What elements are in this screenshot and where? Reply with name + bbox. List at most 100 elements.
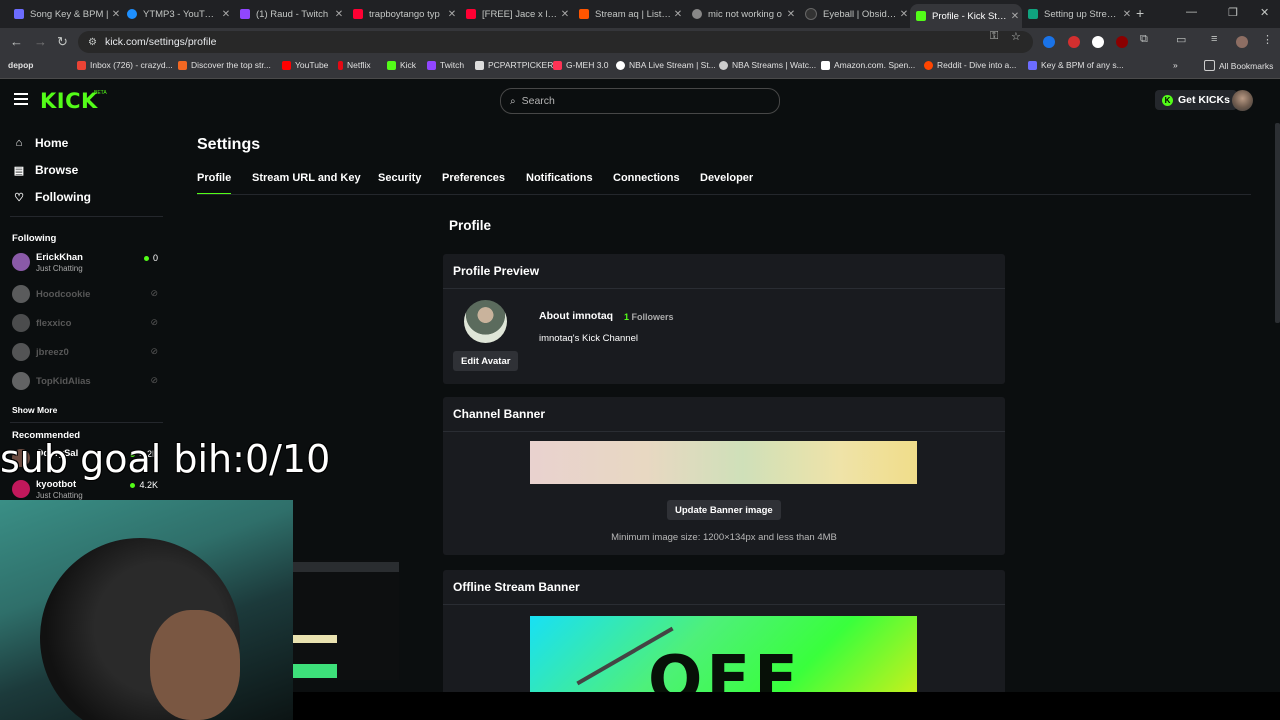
page-scrollbar[interactable] [1275, 123, 1280, 323]
tab-connections[interactable]: Connections [613, 172, 680, 184]
get-kicks-label: Get KICKs [1178, 94, 1230, 106]
restore-icon[interactable]: ❐ [1228, 6, 1238, 19]
channel-category: Just Chatting [36, 491, 83, 500]
tab-security[interactable]: Security [378, 172, 421, 184]
bookmark-key-bpm[interactable]: Key & BPM of any s... [1028, 60, 1124, 70]
get-kicks-button[interactable]: K Get KICKs [1155, 90, 1237, 110]
all-bookmarks[interactable]: All Bookmarks [1204, 60, 1273, 71]
following-channel[interactable]: jbreez0 ⊘ [12, 341, 160, 365]
bookmark-icon [1028, 60, 1037, 70]
bookmarks-overflow-icon[interactable]: » [1173, 60, 1178, 70]
tab-close-icon[interactable]: ✕ [897, 9, 911, 20]
extension-icon[interactable] [1116, 36, 1128, 48]
offline-icon: ⊘ [150, 317, 158, 327]
tab-close-icon[interactable]: ✕ [1008, 11, 1022, 22]
tab-stream-url-key[interactable]: Stream URL and Key [252, 172, 361, 184]
preview-bar [293, 635, 337, 643]
following-channel[interactable]: Hoodcookie ⊘ [12, 283, 160, 307]
browser-tab[interactable]: trapboytango typ ✕ [347, 4, 459, 24]
tab-title: trapboytango typ [369, 8, 440, 20]
tab-close-icon[interactable]: ✕ [671, 9, 685, 20]
following-channel[interactable]: flexxico ⊘ [12, 312, 160, 336]
channel-name: flexxico [36, 318, 72, 329]
browser-tab[interactable]: YTMP3 - YouTube ✕ [121, 4, 233, 24]
browser-tab[interactable]: (1) Raud - Twitch ✕ [234, 4, 346, 24]
bookmark-youtube[interactable]: YouTube [282, 60, 328, 70]
url-text[interactable]: kick.com/settings/profile [105, 36, 216, 48]
extension-icon[interactable] [1043, 36, 1055, 48]
search-input[interactable]: ⌕ Search [500, 88, 780, 114]
forward-arrow-icon[interactable]: → [34, 34, 47, 49]
kick-logo[interactable]: KICK [40, 89, 98, 113]
bookmark-star-icon[interactable]: ☆ [1011, 30, 1021, 43]
tab-close-icon[interactable]: ✕ [558, 9, 572, 20]
beta-badge: BETA [94, 90, 107, 96]
bookmark-pcpartpicker[interactable]: PCPARTPICKER [475, 60, 553, 70]
offline-icon: ⊘ [150, 288, 158, 298]
bookmark-twitch[interactable]: Twitch [427, 60, 464, 70]
tab-close-icon[interactable]: ✕ [332, 9, 346, 20]
recommended-channel[interactable]: kyootbot Just Chatting 4.2K [12, 478, 160, 502]
window-close-icon[interactable]: ✕ [1260, 6, 1269, 19]
following-channel[interactable]: TopKidAlias ⊘ [12, 370, 160, 394]
sidebar-item-home[interactable]: ⌂ Home [13, 136, 69, 150]
show-more-link[interactable]: Show More [12, 405, 57, 415]
new-tab-icon[interactable]: + [1136, 5, 1144, 21]
media-control-icon[interactable]: ≡ [1211, 33, 1217, 45]
bookmark-discover[interactable]: Discover the top str... [178, 60, 271, 70]
channel-bio: imnotaq's Kick Channel [539, 333, 638, 344]
browser-tab[interactable]: Eyeball | Obsidian ✕ [799, 4, 911, 24]
browser-tab[interactable]: [FREE] Jace x layze ✕ [460, 4, 572, 24]
bookmark-gmail[interactable]: Inbox (726) - crazyd... [77, 60, 173, 70]
site-info-icon[interactable]: ⚙ [88, 37, 97, 48]
update-banner-button[interactable]: Update Banner image [667, 500, 781, 520]
tab-notifications[interactable]: Notifications [526, 172, 593, 184]
menu-kebab-icon[interactable]: ⋮ [1262, 33, 1273, 46]
card-heading: Channel Banner [453, 407, 546, 421]
bookmark-gmeh[interactable]: G-MEH 3.0 [553, 60, 609, 70]
tab-title: Setting up Stream [1044, 8, 1120, 20]
adblock-extension-icon[interactable] [1068, 36, 1080, 48]
bookmark-nba-streams[interactable]: NBA Streams | Watc... [719, 60, 816, 70]
card-divider [443, 288, 1005, 289]
sidebar-item-browse[interactable]: ▤ Browse [13, 163, 79, 177]
browser-tab[interactable]: Setting up Stream ✕ [1022, 4, 1134, 24]
puzzle-extensions-icon[interactable]: ⧉ [1140, 33, 1148, 46]
browser-tab-bar: Song Key & BPM | ✕ YTMP3 - YouTube ✕ (1)… [0, 0, 1280, 28]
edit-avatar-button[interactable]: Edit Avatar [453, 351, 519, 371]
following-channel[interactable]: ErickKhan Just Chatting 0 [12, 251, 160, 275]
profile-avatar-icon[interactable] [1236, 36, 1248, 48]
sidebar-item-following[interactable]: ♡ Following [13, 190, 91, 204]
bookmark-reddit[interactable]: Reddit - Dive into a... [924, 60, 1016, 70]
live-dot-icon [143, 255, 149, 261]
browser-tab[interactable]: Stream aq | Listen ✕ [573, 4, 685, 24]
back-arrow-icon[interactable]: ← [10, 34, 23, 49]
key-icon[interactable]: ⚿ [990, 30, 998, 43]
tab-search-icon[interactable]: ▭ [1176, 33, 1186, 46]
bookmark-depop[interactable]: depop [8, 60, 34, 70]
following-heading: Following [12, 233, 57, 244]
bookmark-netflix[interactable]: Netflix [338, 60, 371, 70]
tabs-divider [197, 194, 1251, 195]
tab-close-icon[interactable]: ✕ [445, 9, 459, 20]
tab-preferences[interactable]: Preferences [442, 172, 505, 184]
avatar [464, 300, 507, 343]
tab-close-icon[interactable]: ✕ [784, 9, 798, 20]
bookmark-kick[interactable]: Kick [387, 60, 416, 70]
user-avatar[interactable] [1232, 90, 1253, 111]
extension-icon[interactable] [1092, 36, 1104, 48]
hamburger-menu-icon[interactable] [14, 93, 28, 105]
minimize-icon[interactable]: — [1186, 6, 1197, 18]
tab-developer[interactable]: Developer [700, 172, 753, 184]
tab-close-icon[interactable]: ✕ [219, 9, 233, 20]
browser-tab[interactable]: Song Key & BPM | ✕ [8, 4, 123, 24]
bookmark-amazon[interactable]: Amazon.com. Spen... [821, 60, 915, 70]
browser-tab-active[interactable]: Profile - Kick Strea ✕ [910, 4, 1022, 28]
browser-tab[interactable]: mic not working o ✕ [686, 4, 798, 24]
reload-icon[interactable]: ↻ [57, 34, 68, 50]
tab-profile[interactable]: Profile [197, 172, 232, 195]
folder-icon [1204, 60, 1215, 71]
address-bar[interactable]: ⚙ kick.com/settings/profile [78, 31, 1033, 53]
tab-close-icon[interactable]: ✕ [1120, 9, 1134, 20]
bookmark-nba-live[interactable]: NBA Live Stream | St... [616, 60, 716, 70]
